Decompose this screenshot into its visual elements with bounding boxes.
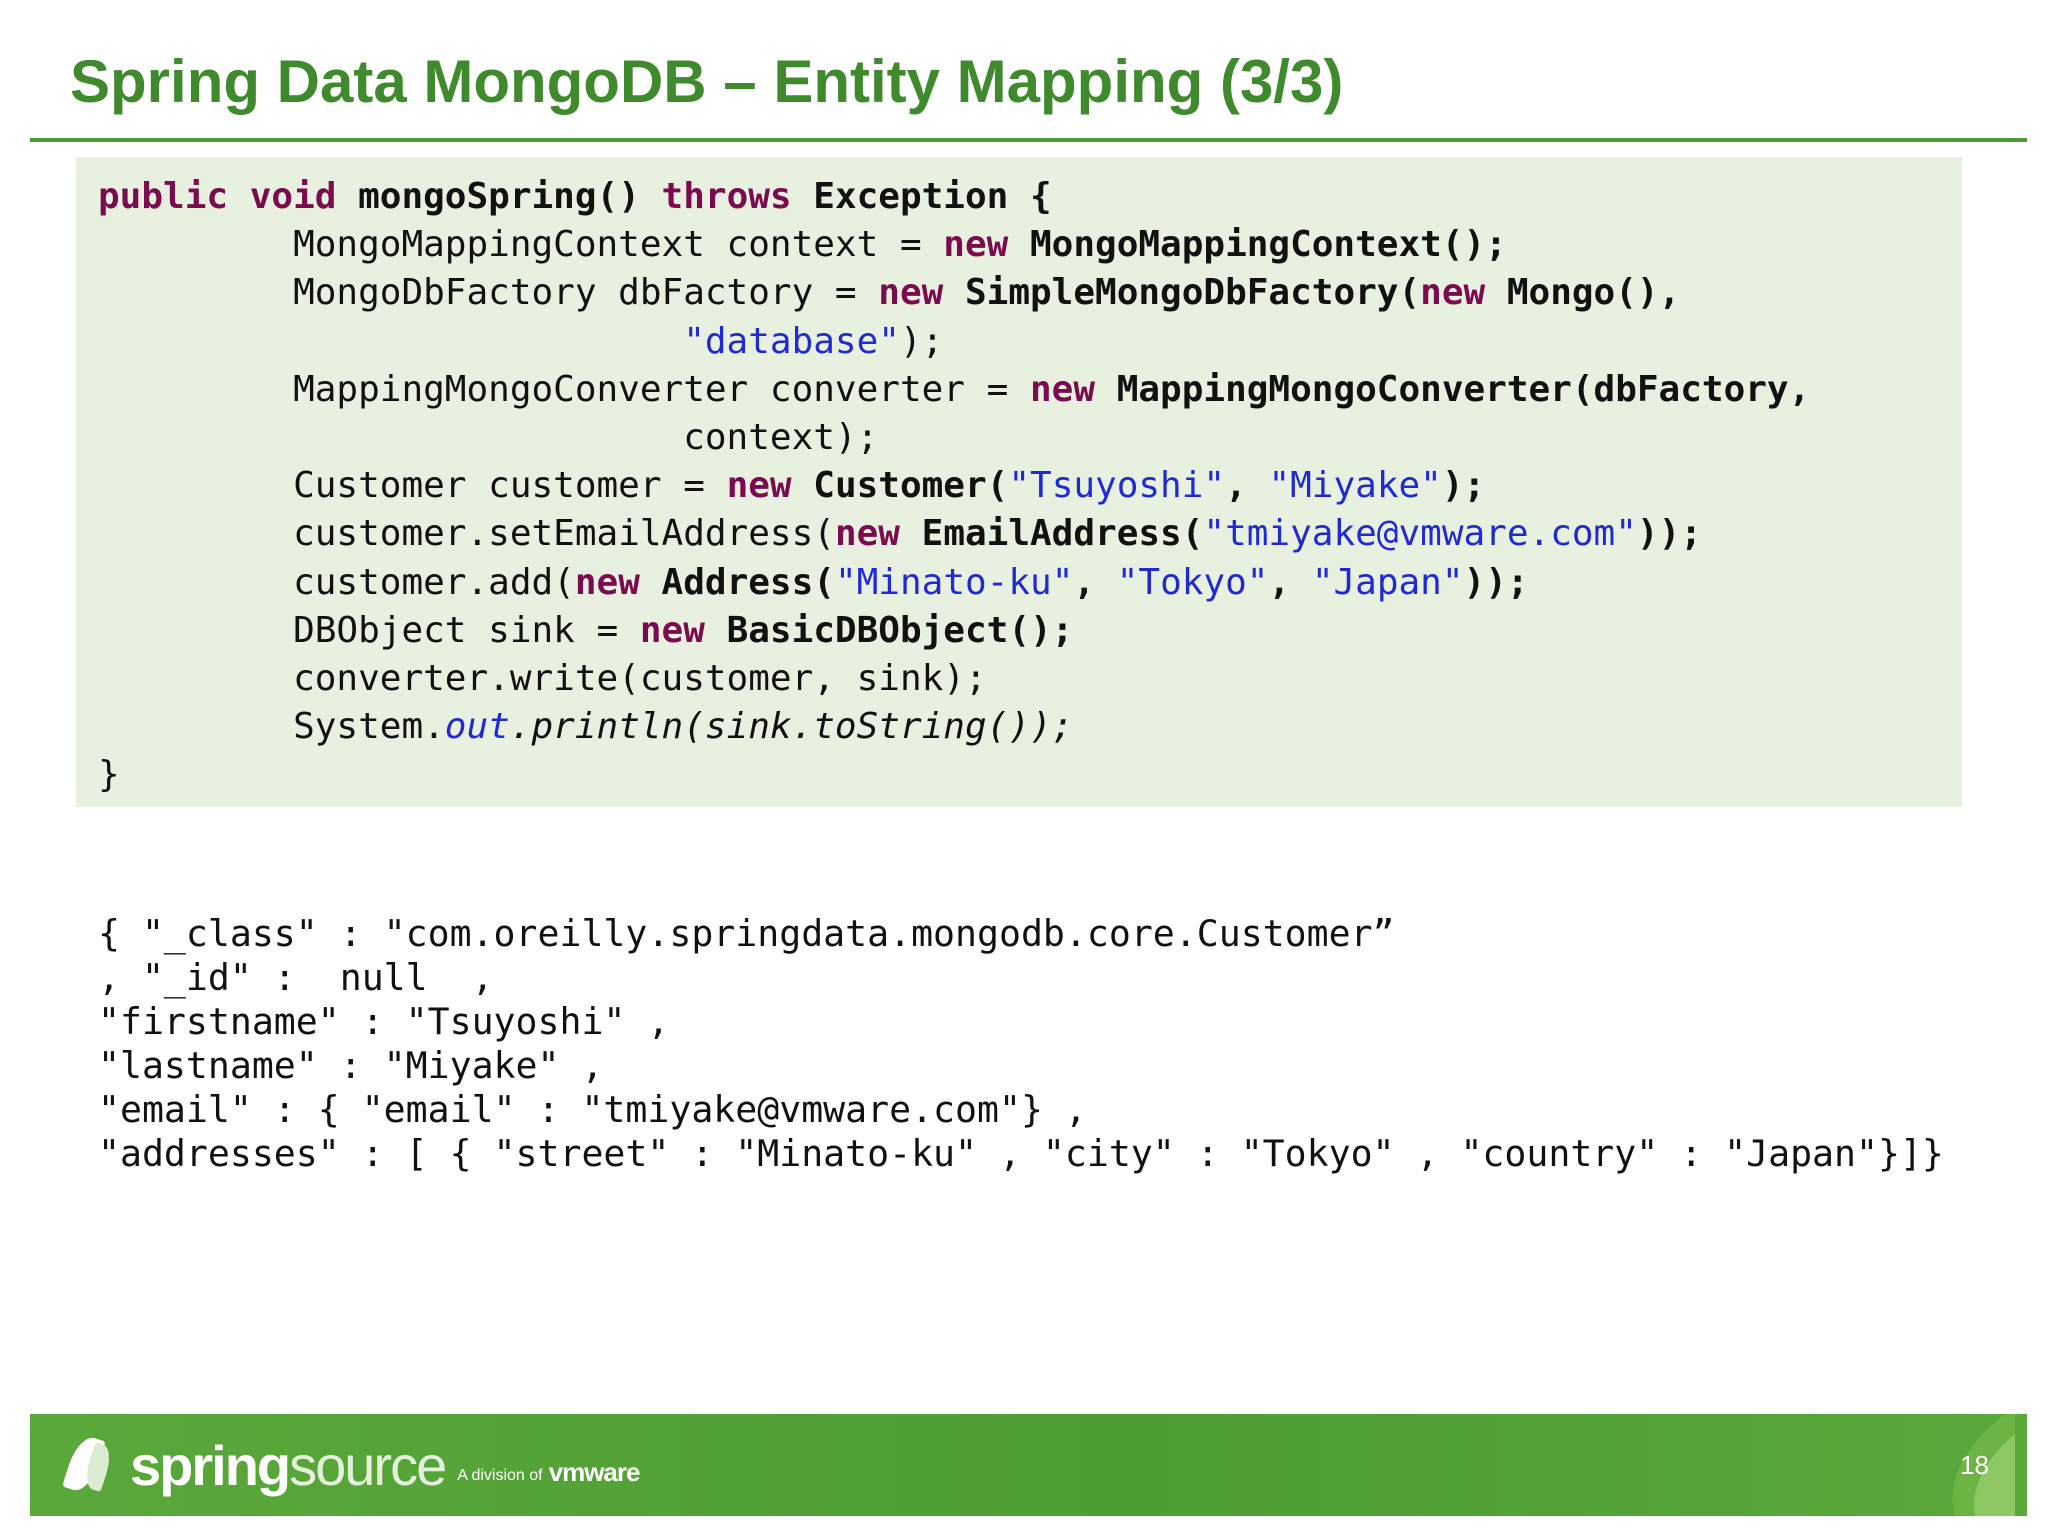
code-line-2: MongoMappingContext context = new MongoM… [293, 224, 1507, 266]
code-line-8: customer.setEmailAddress(new EmailAddres… [293, 513, 1702, 555]
code-line-1: public void mongoSpring() throws Excepti… [98, 176, 1052, 217]
leaf-icon [62, 1433, 116, 1496]
output-line: "firstname" : "Tsuyoshi" , [98, 1000, 670, 1043]
code-line-6: context); [683, 417, 879, 459]
output-line: "addresses" : [ { "street" : "Minato-ku"… [98, 1132, 1944, 1175]
code-line-11: converter.write(customer, sink); [293, 658, 987, 700]
brand-source: source [289, 1433, 447, 1497]
code-line-4: "database"); [683, 320, 944, 362]
code-line-5: MappingMongoConverter converter = new Ma… [293, 368, 1811, 410]
code-line-13: } [98, 754, 120, 796]
slide-title: Spring Data MongoDB – Entity Mapping (3/… [70, 48, 1344, 115]
code-line-3: MongoDbFactory dbFactory = new SimpleMon… [293, 272, 1681, 314]
division-text: A division of [457, 1467, 543, 1484]
code-line-7: Customer customer = new Customer("Tsuyos… [293, 465, 1486, 507]
json-output: { "_class" : "com.oreilly.springdata.mon… [98, 912, 1944, 1176]
output-line: "lastname" : "Miyake" , [98, 1044, 604, 1087]
springsource-logo: spring source A division of vmware [62, 1432, 641, 1498]
code-line-9: customer.add(new Address("Minato-ku", "T… [293, 561, 1529, 603]
code-line-12: System.out.println(sink.toString()); [293, 706, 1074, 748]
output-line: { "_class" : "com.oreilly.springdata.mon… [98, 912, 1395, 955]
code-block: public void mongoSpring() throws Excepti… [98, 173, 1810, 800]
page-number: 18 [1960, 1450, 1989, 1480]
brand-spring: spring [130, 1433, 291, 1497]
vmware-logo-text: vmware [548, 1456, 641, 1487]
code-line-10: DBObject sink = new BasicDBObject(); [293, 609, 1074, 651]
output-line: "email" : { "email" : "tmiyake@vmware.co… [98, 1088, 1087, 1131]
title-divider [30, 138, 2027, 142]
footer-bar: spring source A division of vmware 18 [30, 1414, 2027, 1516]
output-line: , "_id" : null , [98, 956, 494, 999]
